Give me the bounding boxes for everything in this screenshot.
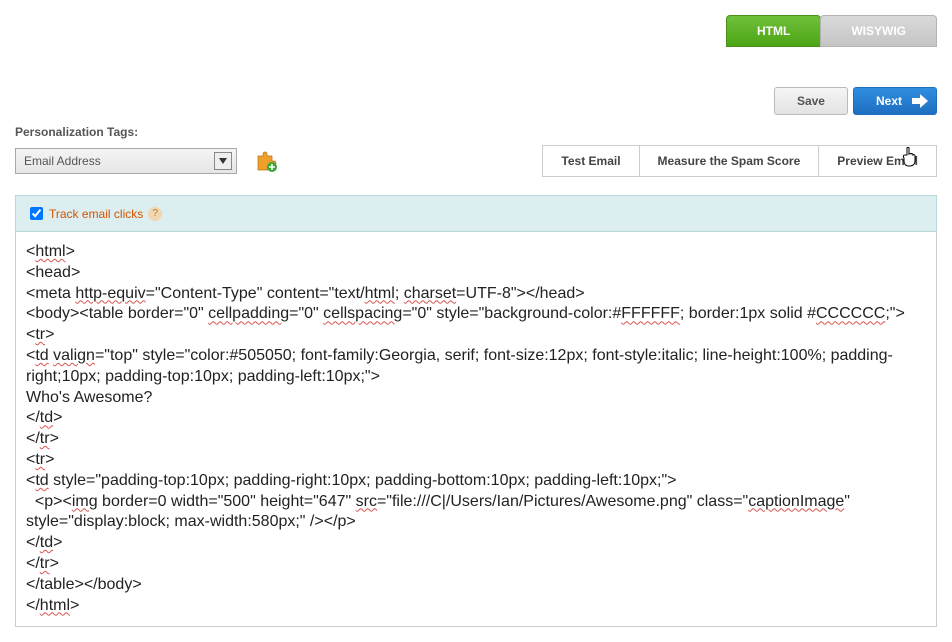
select-value: Email Address bbox=[24, 154, 101, 168]
spam-score-button[interactable]: Measure the Spam Score bbox=[639, 146, 819, 176]
personalization-label: Personalization Tags: bbox=[15, 125, 937, 145]
puzzle-plus-icon[interactable] bbox=[255, 150, 277, 172]
next-button[interactable]: Next bbox=[853, 87, 937, 115]
tab-html[interactable]: HTML bbox=[726, 15, 821, 47]
html-code-editor[interactable]: <html> <head> <meta http-equiv="Content-… bbox=[15, 232, 937, 627]
personalization-select[interactable]: Email Address bbox=[15, 148, 237, 174]
test-email-button[interactable]: Test Email bbox=[543, 146, 638, 176]
tab-wysiwyg[interactable]: WISYWIG bbox=[820, 15, 937, 47]
arrow-right-icon bbox=[912, 94, 928, 108]
save-button[interactable]: Save bbox=[774, 87, 848, 115]
next-label: Next bbox=[876, 94, 902, 108]
track-label: Track email clicks bbox=[49, 207, 143, 221]
track-bar: Track email clicks ? bbox=[15, 195, 937, 232]
cursor-pointer-icon bbox=[901, 147, 919, 172]
help-icon[interactable]: ? bbox=[148, 207, 162, 221]
chevron-down-icon bbox=[214, 152, 232, 170]
track-checkbox[interactable] bbox=[30, 207, 43, 220]
